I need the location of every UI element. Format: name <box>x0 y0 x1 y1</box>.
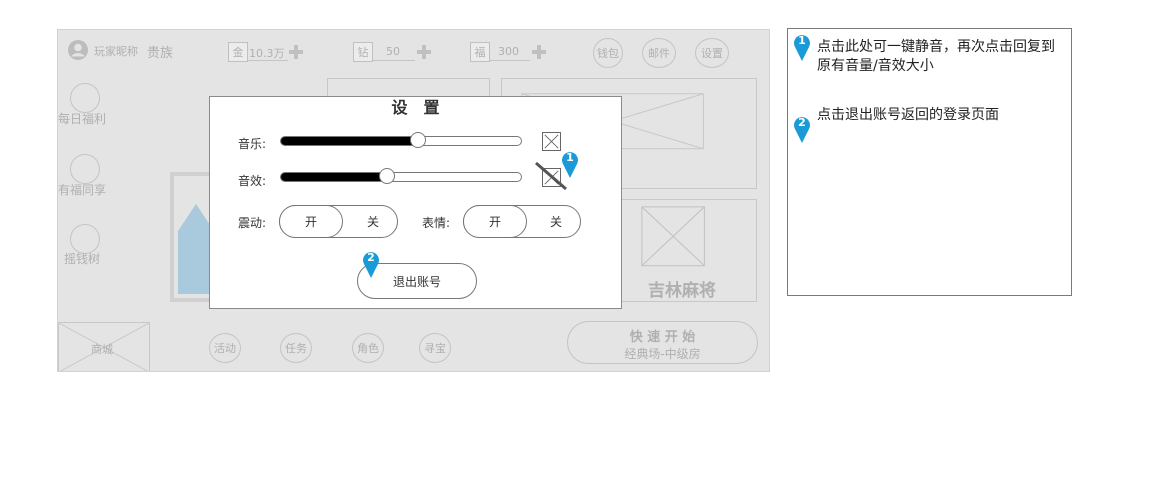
music-volume-fill <box>281 137 418 145</box>
shop-label[interactable]: 商城 <box>91 341 113 357</box>
gold-add-icon[interactable] <box>289 45 303 59</box>
avatar-icon <box>67 39 89 61</box>
treasure-button[interactable]: 寻宝 <box>419 333 451 363</box>
emote-label: 表情: <box>422 216 451 230</box>
daily-bonus-icon[interactable] <box>70 83 100 113</box>
gold-icon: 金 <box>228 42 248 62</box>
task-button[interactable]: 任务 <box>280 333 312 363</box>
quick-start-title: 快 速 开 始 <box>629 330 696 345</box>
music-mute-button[interactable] <box>542 132 561 151</box>
player-rank: 贵族 <box>147 46 174 61</box>
sfx-label: 音效: <box>238 174 267 188</box>
emote-toggle[interactable]: 开 关 <box>463 205 581 238</box>
fortune-add-icon[interactable] <box>532 45 546 59</box>
annotation-marker-2: 2 <box>362 249 380 279</box>
diamond-icon: 钻 <box>353 42 373 62</box>
money-tree-label[interactable]: 摇钱树 <box>64 250 100 267</box>
settings-button[interactable]: 设置 <box>695 38 729 68</box>
note-marker-2: 2 <box>793 114 811 144</box>
game-card-title: 吉林麻将 <box>648 281 716 301</box>
music-label: 音乐: <box>238 137 267 151</box>
daily-bonus-label[interactable]: 每日福利 <box>58 110 106 127</box>
gold-value: 10.3万 <box>249 47 285 60</box>
music-volume-slider[interactable] <box>280 132 522 148</box>
dialog-title: 设 置 <box>391 98 440 117</box>
activity-button[interactable]: 活动 <box>209 333 241 363</box>
note-marker-1: 1 <box>793 32 811 62</box>
emote-on-option[interactable]: 开 <box>463 205 527 238</box>
fortune-value: 300 <box>498 45 519 58</box>
share-fortune-icon[interactable] <box>70 154 100 184</box>
sfx-volume-fill <box>281 173 387 181</box>
mail-button[interactable]: 邮件 <box>642 38 676 68</box>
annotation-marker-1: 1 <box>561 149 579 179</box>
sfx-volume-knob[interactable] <box>378 168 395 184</box>
music-volume-knob[interactable] <box>409 132 426 148</box>
quick-start-button[interactable]: 快 速 开 始 经典场-中级房 <box>567 321 758 364</box>
annotation-notes-panel: 1 点击此处可一键静音，再次点击回复到原有音量/音效大小 2 点击退出账号返回的… <box>787 28 1072 296</box>
note-text-1: 点击此处可一键静音，再次点击回复到原有音量/音效大小 <box>817 39 1055 74</box>
vibration-toggle[interactable]: 开 关 <box>279 205 398 238</box>
quick-start-subtitle: 经典场-中级房 <box>624 347 701 361</box>
share-fortune-label[interactable]: 有福同享 <box>58 181 106 198</box>
player-nickname: 玩家昵称 <box>94 45 138 58</box>
vibration-off-option[interactable]: 关 <box>348 205 398 238</box>
emote-off-option[interactable]: 关 <box>531 205 581 238</box>
vibration-on-option[interactable]: 开 <box>279 205 343 238</box>
note-text-2: 点击退出账号返回的登录页面 <box>817 107 999 123</box>
wallet-button[interactable]: 钱包 <box>593 38 623 68</box>
vibration-label: 震动: <box>238 216 267 230</box>
role-button[interactable]: 角色 <box>352 333 384 363</box>
diamond-add-icon[interactable] <box>417 45 431 59</box>
sfx-volume-slider[interactable] <box>280 168 522 184</box>
fortune-icon: 福 <box>470 42 490 62</box>
settings-dialog: 设 置 音乐: 音效: 震动: 开 关 表情: 开 关 退出账号 <box>209 96 622 309</box>
diamond-value: 50 <box>386 45 400 58</box>
